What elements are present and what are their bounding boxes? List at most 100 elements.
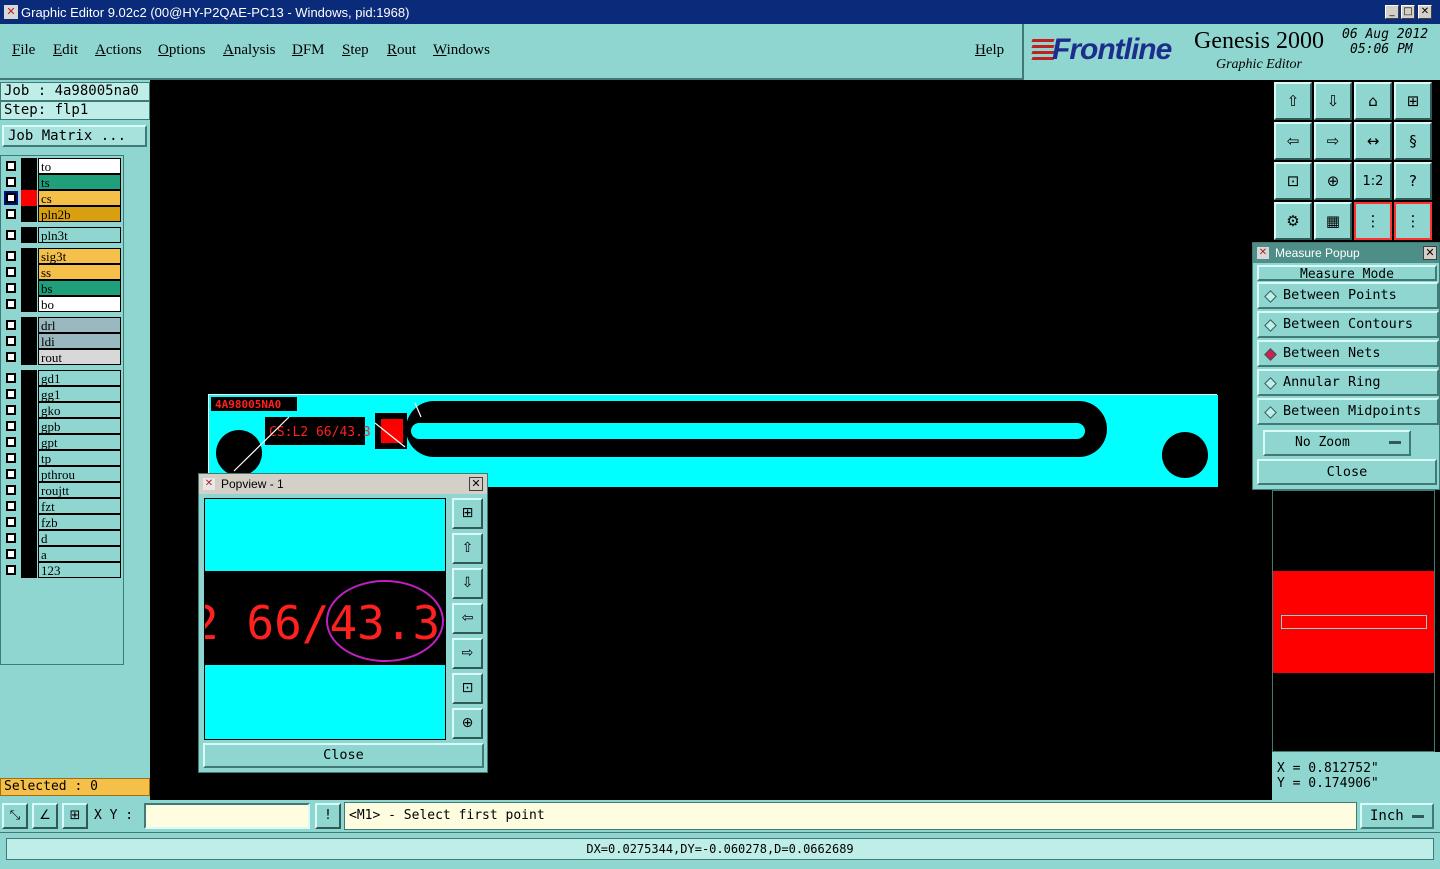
layer-row-sig3t[interactable]: sig3t — [3, 248, 121, 264]
help-icon[interactable]: ? — [1394, 162, 1432, 200]
layer-row-gpt[interactable]: gpt — [3, 434, 121, 450]
zoom-select[interactable]: No Zoom — [1263, 430, 1411, 456]
xy-input[interactable] — [144, 803, 310, 829]
layer-checkbox[interactable] — [6, 177, 16, 187]
option-between-contours[interactable]: Between Contours — [1257, 311, 1439, 338]
zoom-home-icon[interactable]: ⊡ — [1274, 162, 1312, 200]
layer-row-drl[interactable]: drl — [3, 317, 121, 333]
pan-up-icon[interactable]: ⇧ — [1274, 82, 1312, 120]
snap-mode-icon[interactable]: ⤡ — [2, 803, 28, 829]
layer-checkbox[interactable] — [6, 299, 16, 309]
mirror-icon[interactable]: ↔ — [1354, 122, 1392, 160]
layer-checkbox[interactable] — [6, 453, 16, 463]
layer-row-gpb[interactable]: gpb — [3, 418, 121, 434]
layer-row-gd1[interactable]: gd1 — [3, 370, 121, 386]
layer-row-fzt[interactable]: fzt — [3, 498, 121, 514]
layer-row-rout[interactable]: rout — [3, 349, 121, 365]
layer-row-123[interactable]: 123 — [3, 562, 121, 578]
pan-up-icon[interactable]: ⇧ — [452, 533, 483, 564]
maximize-button[interactable]: □ — [1401, 5, 1415, 19]
layer-row-pln2b[interactable]: pln2b — [3, 206, 121, 222]
menu-edit[interactable]: Edit — [53, 42, 78, 59]
measure-close-button[interactable]: Close — [1257, 459, 1437, 485]
popview-canvas[interactable]: 2 66/43.3 — [204, 498, 446, 740]
layer-checkbox[interactable] — [6, 389, 16, 399]
option-between-midpoints[interactable]: Between Midpoints — [1257, 398, 1439, 425]
layer-row-d[interactable]: d — [3, 530, 121, 546]
grid-snap-icon[interactable]: ⊞ — [62, 803, 88, 829]
snap-icon[interactable]: § — [1394, 122, 1432, 160]
menu-file[interactable]: File — [12, 42, 35, 59]
menu-analysis[interactable]: Analysis — [223, 42, 276, 59]
layer-row-roujtt[interactable]: roujtt — [3, 482, 121, 498]
option-annular-ring[interactable]: Annular Ring — [1257, 369, 1439, 396]
option-between-points[interactable]: Between Points — [1257, 282, 1439, 309]
layer-checkbox[interactable] — [6, 352, 16, 362]
layer-checkbox[interactable] — [6, 549, 16, 559]
option-between-nets[interactable]: Between Nets — [1257, 340, 1439, 367]
layer-checkbox[interactable] — [6, 517, 16, 527]
layer-row-ldi[interactable]: ldi — [3, 333, 121, 349]
layer-row-to[interactable]: to — [3, 158, 121, 174]
layer-checkbox[interactable] — [6, 565, 16, 575]
job-matrix-button[interactable]: Job Matrix ... — [2, 125, 147, 147]
layer-checkbox[interactable] — [6, 373, 16, 383]
zoom-fit-icon[interactable]: ⊕ — [1314, 162, 1352, 200]
unit-select[interactable]: Inch — [1360, 803, 1434, 829]
overview-map[interactable] — [1272, 490, 1435, 752]
layer-checkbox[interactable] — [4, 191, 18, 205]
layer-row-bs[interactable]: bs — [3, 280, 121, 296]
net-select-icon[interactable]: ⋮ — [1354, 202, 1392, 240]
menu-windows[interactable]: Windows — [433, 42, 490, 59]
layer-checkbox[interactable] — [6, 336, 16, 346]
zoom-in-icon[interactable]: ⊞ — [452, 498, 483, 529]
overview-viewport[interactable] — [1281, 615, 1427, 629]
layer-checkbox[interactable] — [6, 421, 16, 431]
menu-help[interactable]: Help — [975, 42, 1004, 59]
pan-right-icon[interactable]: ⇨ — [452, 638, 483, 669]
grid-icon[interactable]: ▦ — [1314, 202, 1352, 240]
layer-row-fzb[interactable]: fzb — [3, 514, 121, 530]
menu-options[interactable]: Options — [158, 42, 206, 59]
layer-checkbox[interactable] — [6, 251, 16, 261]
layer-checkbox[interactable] — [6, 405, 16, 415]
pan-left-icon[interactable]: ⇦ — [452, 603, 483, 634]
layer-checkbox[interactable] — [6, 209, 16, 219]
pan-left-icon[interactable]: ⇦ — [1274, 122, 1312, 160]
zoom-1to2-icon[interactable]: 1:2 — [1354, 162, 1392, 200]
minimize-button[interactable]: _ — [1385, 5, 1399, 19]
popview-close-icon[interactable]: ✕ — [469, 477, 483, 491]
layer-row-ts[interactable]: ts — [3, 174, 121, 190]
layer-checkbox[interactable] — [6, 320, 16, 330]
layer-row-a[interactable]: a — [3, 546, 121, 562]
layer-checkbox[interactable] — [6, 469, 16, 479]
menu-rout[interactable]: Rout — [387, 42, 416, 59]
layer-checkbox[interactable] — [6, 267, 16, 277]
layer-row-gko[interactable]: gko — [3, 402, 121, 418]
layer-checkbox[interactable] — [6, 485, 16, 495]
layer-checkbox[interactable] — [6, 437, 16, 447]
alert-icon[interactable]: ! — [315, 803, 341, 829]
net-trace-icon[interactable]: ⋮ — [1394, 202, 1432, 240]
popview-close-button[interactable]: Close — [203, 743, 484, 768]
measure-close-icon[interactable]: ✕ — [1423, 246, 1437, 260]
zoom-home-icon[interactable]: ⊡ — [452, 673, 483, 704]
home-icon[interactable]: ⌂ — [1354, 82, 1392, 120]
layer-checkbox[interactable] — [6, 230, 16, 240]
menu-step[interactable]: Step — [342, 42, 369, 59]
menu-dfm[interactable]: DFM — [292, 42, 325, 59]
layer-row-pln3t[interactable]: pln3t — [3, 227, 121, 243]
layer-row-bo[interactable]: bo — [3, 296, 121, 312]
settings-icon[interactable]: ⚙ — [1274, 202, 1312, 240]
pan-right-icon[interactable]: ⇨ — [1314, 122, 1352, 160]
menu-actions[interactable]: Actions — [95, 42, 142, 59]
layer-row-gg1[interactable]: gg1 — [3, 386, 121, 402]
pan-down-icon[interactable]: ⇩ — [1314, 82, 1352, 120]
layer-row-tp[interactable]: tp — [3, 450, 121, 466]
zoom-fit-icon[interactable]: ⊕ — [452, 708, 483, 739]
layer-checkbox[interactable] — [6, 283, 16, 293]
pan-down-icon[interactable]: ⇩ — [452, 568, 483, 599]
grid-xy-icon[interactable]: ⊞ — [1394, 82, 1432, 120]
layer-checkbox[interactable] — [6, 501, 16, 511]
layer-row-pthrou[interactable]: pthrou — [3, 466, 121, 482]
